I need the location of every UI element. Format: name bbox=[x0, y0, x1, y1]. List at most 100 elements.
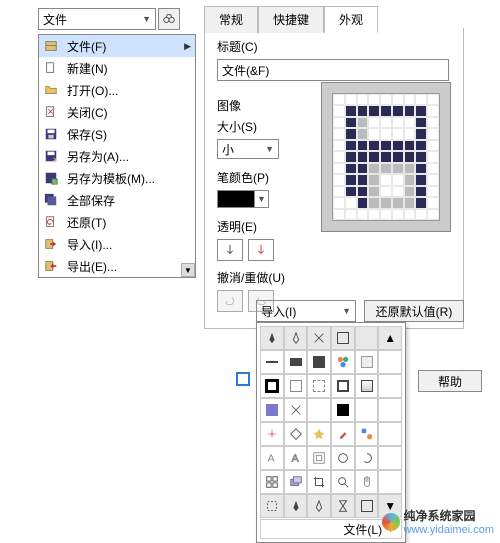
hourglass-icon bbox=[336, 499, 350, 513]
palette-cell[interactable] bbox=[331, 446, 355, 470]
pen-color-swatch[interactable] bbox=[217, 190, 255, 208]
menu-label: 导入(I)... bbox=[67, 236, 191, 253]
palette-cell[interactable] bbox=[331, 350, 355, 374]
palette-cell[interactable] bbox=[331, 326, 355, 350]
palette-cell[interactable] bbox=[355, 422, 379, 446]
color-picker-icon bbox=[336, 355, 350, 369]
find-button[interactable] bbox=[158, 8, 180, 30]
palette-cell[interactable] bbox=[307, 398, 331, 422]
size-value: 小 bbox=[222, 141, 234, 158]
pen-nib-icon bbox=[265, 331, 279, 345]
palette-cell[interactable] bbox=[307, 446, 331, 470]
transparent-mode-1-button[interactable] bbox=[217, 239, 243, 261]
menu-item-new[interactable]: 新建(N) bbox=[39, 57, 195, 79]
palette-scrollbar[interactable] bbox=[378, 350, 402, 374]
pen-down-red-icon bbox=[254, 243, 268, 257]
import-dropdown[interactable]: 导入(I) ▼ bbox=[256, 300, 356, 322]
watermark: 纯净系统家园 www.yidaimei.com bbox=[382, 507, 494, 536]
menu-label: 打开(O)... bbox=[67, 82, 191, 99]
palette-cell[interactable] bbox=[260, 494, 284, 518]
palette-cell[interactable] bbox=[355, 350, 379, 374]
chevron-down-icon: ▼ bbox=[265, 144, 274, 154]
palette-cell[interactable] bbox=[355, 374, 379, 398]
palette-cell[interactable] bbox=[260, 470, 284, 494]
chevron-down-icon: ▼ bbox=[257, 194, 266, 204]
palette-cell[interactable] bbox=[284, 422, 308, 446]
restore-default-button[interactable]: 还原默认值(R) bbox=[364, 300, 464, 322]
size-dropdown[interactable]: 小 ▼ bbox=[217, 139, 279, 159]
sparkle-icon bbox=[265, 427, 279, 441]
grid-icon bbox=[265, 475, 279, 489]
palette-cell[interactable] bbox=[307, 374, 331, 398]
pen-nib-icon bbox=[289, 499, 303, 513]
palette-cell[interactable] bbox=[284, 326, 308, 350]
scroll-down-button[interactable]: ▼ bbox=[181, 263, 195, 277]
palette-cell[interactable] bbox=[284, 350, 308, 374]
menu-item-save[interactable]: 保存(S) bbox=[39, 123, 195, 145]
palette-cell[interactable] bbox=[355, 446, 379, 470]
palette-cell[interactable] bbox=[284, 374, 308, 398]
palette-cell[interactable]: A bbox=[260, 446, 284, 470]
palette-cell[interactable] bbox=[331, 470, 355, 494]
svg-text:A: A bbox=[267, 453, 274, 465]
zoom-icon bbox=[336, 475, 350, 489]
palette-cell[interactable] bbox=[355, 470, 379, 494]
menu-item-save-template[interactable]: 另存为模板(M)... bbox=[39, 167, 195, 189]
undo-button[interactable] bbox=[217, 290, 243, 312]
size-label: 大小(S) bbox=[217, 118, 317, 135]
palette-cell[interactable] bbox=[284, 494, 308, 518]
title-input[interactable] bbox=[217, 59, 449, 81]
undo-icon bbox=[223, 294, 237, 308]
palette-cell[interactable]: A bbox=[284, 446, 308, 470]
icon-pixel-editor[interactable] bbox=[321, 82, 451, 232]
title-label: 标题(C) bbox=[217, 38, 451, 55]
palette-cell[interactable] bbox=[331, 422, 355, 446]
circle-icon bbox=[336, 451, 350, 465]
palette-scrollbar[interactable] bbox=[378, 470, 402, 494]
palette-cell[interactable] bbox=[307, 326, 331, 350]
palette-cell[interactable] bbox=[331, 374, 355, 398]
palette-cell[interactable] bbox=[260, 374, 284, 398]
menu-item-export[interactable]: 导出(E)... bbox=[39, 255, 195, 277]
palette-cell[interactable] bbox=[260, 326, 284, 350]
palette-cell[interactable] bbox=[284, 470, 308, 494]
text-icon: A bbox=[265, 451, 279, 465]
palette-scrollbar[interactable] bbox=[378, 446, 402, 470]
transparent-mode-2-button[interactable] bbox=[248, 239, 274, 261]
diamond-icon bbox=[289, 427, 303, 441]
menu-item-open[interactable]: 打开(O)... bbox=[39, 79, 195, 101]
palette-cell[interactable] bbox=[307, 350, 331, 374]
submenu-arrow-icon: ▶ bbox=[184, 41, 191, 52]
palette-cell[interactable] bbox=[260, 350, 284, 374]
pixel-grid[interactable] bbox=[332, 93, 440, 221]
palette-scrollbar[interactable] bbox=[378, 398, 402, 422]
palette-cell[interactable] bbox=[260, 422, 284, 446]
palette-cell[interactable] bbox=[307, 470, 331, 494]
palette-cell[interactable] bbox=[355, 398, 379, 422]
palette-scrollbar[interactable] bbox=[378, 422, 402, 446]
pen-color-dropdown-button[interactable]: ▼ bbox=[255, 190, 269, 208]
palette-cell[interactable] bbox=[260, 398, 284, 422]
palette-cell[interactable] bbox=[331, 494, 355, 518]
cross-icon bbox=[312, 331, 326, 345]
palette-cell[interactable] bbox=[307, 422, 331, 446]
menu-item-save-all[interactable]: 全部保存 bbox=[39, 189, 195, 211]
command-tree: ▲ 文件(F) ▶ 新建(N) 打开(O)... 关闭(C) 保存(S) 另存为… bbox=[38, 34, 196, 278]
menu-label: 关闭(C) bbox=[67, 104, 191, 121]
palette-scroll-up[interactable]: ▲ bbox=[378, 326, 402, 350]
appearance-panel: 标题(C) 图像 大小(S) 小 ▼ 笔颜色(P) ▼ 透明(E) 撤消/重做(… bbox=[204, 28, 464, 329]
file-filter-dropdown[interactable]: 文件 ▼ bbox=[38, 8, 156, 30]
palette-scrollbar[interactable] bbox=[378, 374, 402, 398]
help-button[interactable]: 帮助 bbox=[418, 370, 482, 392]
palette-cell[interactable] bbox=[355, 494, 379, 518]
palette-cell[interactable] bbox=[331, 398, 355, 422]
menu-item-revert[interactable]: 还原(T) bbox=[39, 211, 195, 233]
palette-cell[interactable] bbox=[355, 326, 379, 350]
palette-cell[interactable] bbox=[307, 494, 331, 518]
menu-item-import[interactable]: 导入(I)... bbox=[39, 233, 195, 255]
menu-item-file[interactable]: 文件(F) ▶ bbox=[39, 35, 195, 57]
menu-item-save-as[interactable]: 另存为(A)... bbox=[39, 145, 195, 167]
palette-cell[interactable] bbox=[284, 398, 308, 422]
menu-item-close[interactable]: 关闭(C) bbox=[39, 101, 195, 123]
pen-nib-outline-icon bbox=[312, 499, 326, 513]
